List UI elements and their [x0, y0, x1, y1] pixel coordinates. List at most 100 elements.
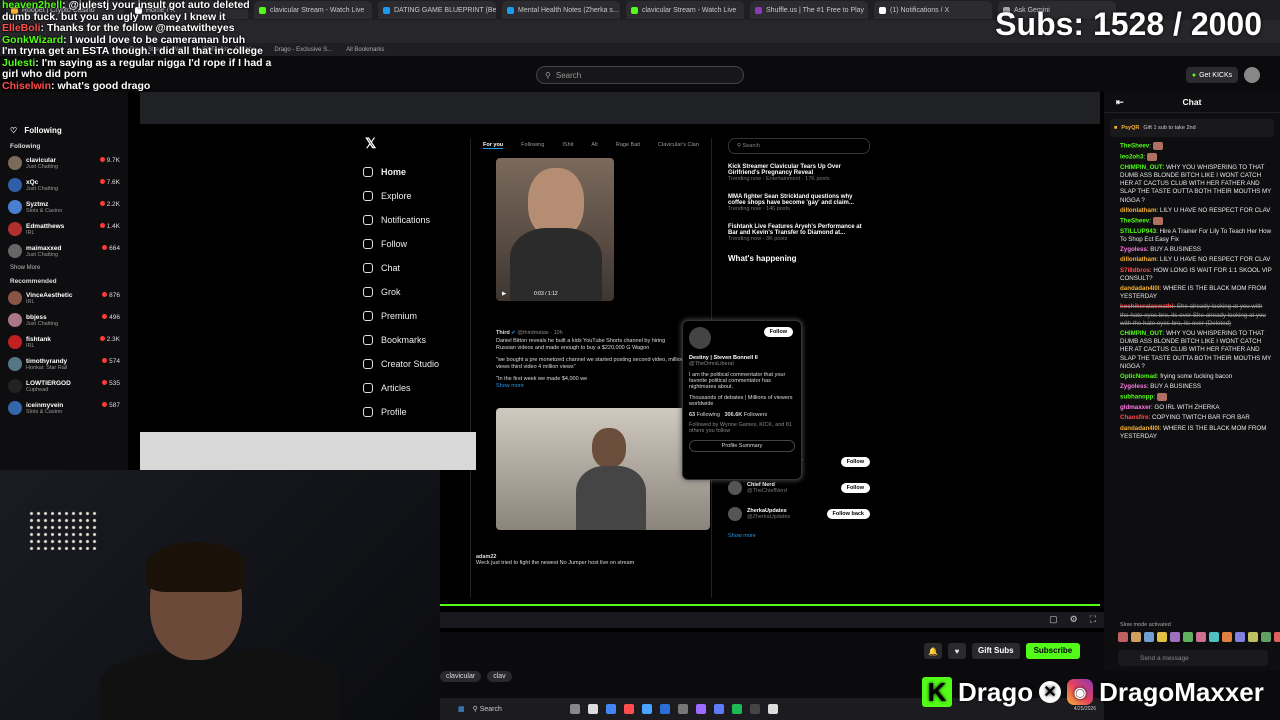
emote-icon[interactable] [1222, 632, 1232, 642]
popup-followers-count[interactable]: 306.6K [724, 412, 742, 418]
chat-username[interactable]: dandadan4l0l [1120, 285, 1160, 292]
taskbar-app-icon[interactable] [677, 704, 688, 714]
browser-tab[interactable]: Shuffle.us | The #1 Free to Play [750, 1, 868, 19]
bookmark-item[interactable]: Drago - Exclusive S... [274, 47, 332, 53]
browser-tab[interactable]: DATING GAME BLUEPRINT (Be... [378, 1, 496, 19]
notification-bell-icon[interactable]: 🔔 [924, 643, 942, 659]
taskbar-app-icon[interactable] [641, 704, 652, 714]
chat-username[interactable]: TheSheev [1120, 143, 1149, 150]
x-nav-chat[interactable]: Chat [355, 256, 465, 280]
sidebar-item-bbjess[interactable]: bbjess Just Chatting 496 [0, 309, 128, 331]
chat-username[interactable]: dillonlatham [1120, 256, 1156, 263]
taskbar-app-icon[interactable] [767, 704, 778, 714]
chat-username[interactable]: CHIMPIN_OUT [1120, 330, 1163, 337]
who-to-follow-show-more[interactable]: Show more [728, 533, 870, 539]
feed-tab[interactable]: Following [521, 142, 544, 149]
sidebar-following-header[interactable]: ♡ Following [0, 122, 128, 139]
follow-button[interactable]: Follow back [826, 509, 870, 519]
stream-tag[interactable]: clavicular [440, 671, 482, 682]
feed-tab[interactable]: IShit [562, 142, 573, 149]
follow-button[interactable]: Follow [840, 483, 870, 493]
browser-tab[interactable]: clavicular Stream - Watch Live [626, 1, 744, 19]
chat-username[interactable]: S7i8dbros [1120, 267, 1150, 274]
feed-tab[interactable]: For you [483, 142, 504, 149]
gift-subs-button[interactable]: Gift Subs [972, 643, 1020, 659]
sidebar-item-lowtiergod[interactable]: LOWTIERGOD Cuphead 535 [0, 375, 128, 397]
stream-tag[interactable]: clav [487, 671, 512, 682]
chat-username[interactable]: Zygoless [1120, 246, 1147, 253]
taskbar-app-icon[interactable] [695, 704, 706, 714]
taskbar-app-icon[interactable] [713, 704, 724, 714]
trend-item[interactable]: Kick Streamer Clavicular Tears Up Over G… [728, 164, 870, 182]
taskbar-app-icon[interactable] [731, 704, 742, 714]
heart-follow-icon[interactable]: ♥ [948, 643, 966, 659]
subscribe-button[interactable]: Subscribe [1025, 643, 1081, 659]
taskbar-app-icon[interactable] [659, 704, 670, 714]
feed-video-2[interactable] [496, 408, 710, 530]
feed-tab[interactable]: Rage Bait [616, 142, 640, 149]
theater-icon[interactable]: ▢ [1049, 614, 1058, 625]
popup-follow-button[interactable]: Follow [763, 327, 793, 337]
fullscreen-icon[interactable]: ⛶ [1090, 614, 1096, 625]
windows-start-icon[interactable]: ▦ [458, 705, 465, 713]
chat-username[interactable]: Zygoless [1120, 383, 1147, 390]
sidebar-item-vinceaesthetic[interactable]: VinceAesthetic IRL 876 [0, 287, 128, 309]
get-kicks-button[interactable]: ● Get KICKs [1186, 67, 1238, 83]
sidebar-item-timothyrandy[interactable]: timothyrandy Honkai: Star Rail 574 [0, 353, 128, 375]
sidebar-item-clavicular[interactable]: clavicular Just Chatting 9.7K [0, 152, 128, 174]
chat-username[interactable]: dandadan4l0l [1120, 425, 1160, 432]
collapse-chat-icon[interactable]: ⇤ [1116, 97, 1124, 106]
browser-tab[interactable]: Mental Health Notes (Zherka s... [502, 1, 620, 19]
taskbar-app-icon[interactable] [569, 704, 580, 714]
taskbar-app-icon[interactable] [749, 704, 760, 714]
emote-icon[interactable] [1235, 632, 1245, 642]
settings-icon[interactable]: ⚙ [1070, 614, 1078, 625]
follow-button[interactable]: Follow [840, 457, 870, 467]
emote-icon[interactable] [1209, 632, 1219, 642]
chat-username[interactable]: Chaosfire [1120, 414, 1149, 421]
feed-tab[interactable]: Clavicular's Clan [658, 142, 699, 149]
sidebar-item-iceinmyvein[interactable]: iceinmyvein Slots & Casino 587 [0, 397, 128, 419]
browser-tab[interactable]: (1) Notifications / X [874, 1, 992, 19]
emote-icon[interactable] [1131, 632, 1141, 642]
chat-username[interactable]: STILLUP943 [1120, 228, 1156, 235]
taskbar-app-icon[interactable] [605, 704, 616, 714]
x-nav-follow[interactable]: Follow [355, 232, 465, 256]
x-nav-creator-studio[interactable]: Creator Studio [355, 352, 465, 376]
x-nav-grok[interactable]: Grok [355, 280, 465, 304]
sidebar-item-syztmz[interactable]: Syztmz Slots & Casino 2.2K [0, 196, 128, 218]
feed-video-1[interactable]: ▶ 0:03 / 1:12 [496, 158, 614, 301]
taskbar-app-icon[interactable] [587, 704, 598, 714]
chat-username[interactable]: leo2oh3 [1120, 153, 1143, 160]
video-progress-bar[interactable] [440, 604, 1100, 606]
play-icon[interactable]: ▶ [502, 291, 506, 297]
emote-icon[interactable] [1274, 632, 1280, 642]
chat-username[interactable]: dillonlatham [1120, 207, 1156, 214]
emote-icon[interactable] [1261, 632, 1271, 642]
emote-icon[interactable] [1118, 632, 1128, 642]
post-author[interactable]: Third [496, 330, 510, 336]
avatar[interactable] [1244, 67, 1260, 83]
sidebar-item-maimaxxed[interactable]: maimaxxed Just Chatting 664 [0, 240, 128, 262]
emote-icon[interactable] [1196, 632, 1206, 642]
emote-icon[interactable] [1170, 632, 1180, 642]
emote-icon[interactable] [1183, 632, 1193, 642]
search-input[interactable]: ⚲ Search [536, 66, 744, 84]
post-show-more[interactable]: Show more [496, 383, 686, 391]
trend-item[interactable]: Fishtank Live Features Aryeh's Performan… [728, 224, 870, 242]
emote-icon[interactable] [1157, 632, 1167, 642]
chat-username[interactable]: gldmaxxer [1120, 404, 1151, 411]
sidebar-item-fishtank[interactable]: fishtank IRL 2.3K [0, 331, 128, 353]
x-nav-premium[interactable]: Premium [355, 304, 465, 328]
x-nav-explore[interactable]: Explore [355, 184, 465, 208]
emote-icon[interactable] [1248, 632, 1258, 642]
x-nav-bookmarks[interactable]: Bookmarks [355, 328, 465, 352]
sidebar-item-xqc[interactable]: xQc Just Chatting 7.6K [0, 174, 128, 196]
chat-username[interactable]: kochikeralaswathi [1120, 303, 1173, 310]
taskbar-search[interactable]: ⚲ Search [473, 705, 502, 713]
sidebar-item-edmatthews[interactable]: Edmatthews IRL 1.4K [0, 218, 128, 240]
popup-following-count[interactable]: 63 [689, 412, 695, 418]
x-nav-notifications[interactable]: Notifications [355, 208, 465, 232]
x-search-input[interactable]: ⚲ Search [728, 138, 870, 154]
trend-item[interactable]: MMA fighter Sean Strickland questions wh… [728, 194, 870, 212]
